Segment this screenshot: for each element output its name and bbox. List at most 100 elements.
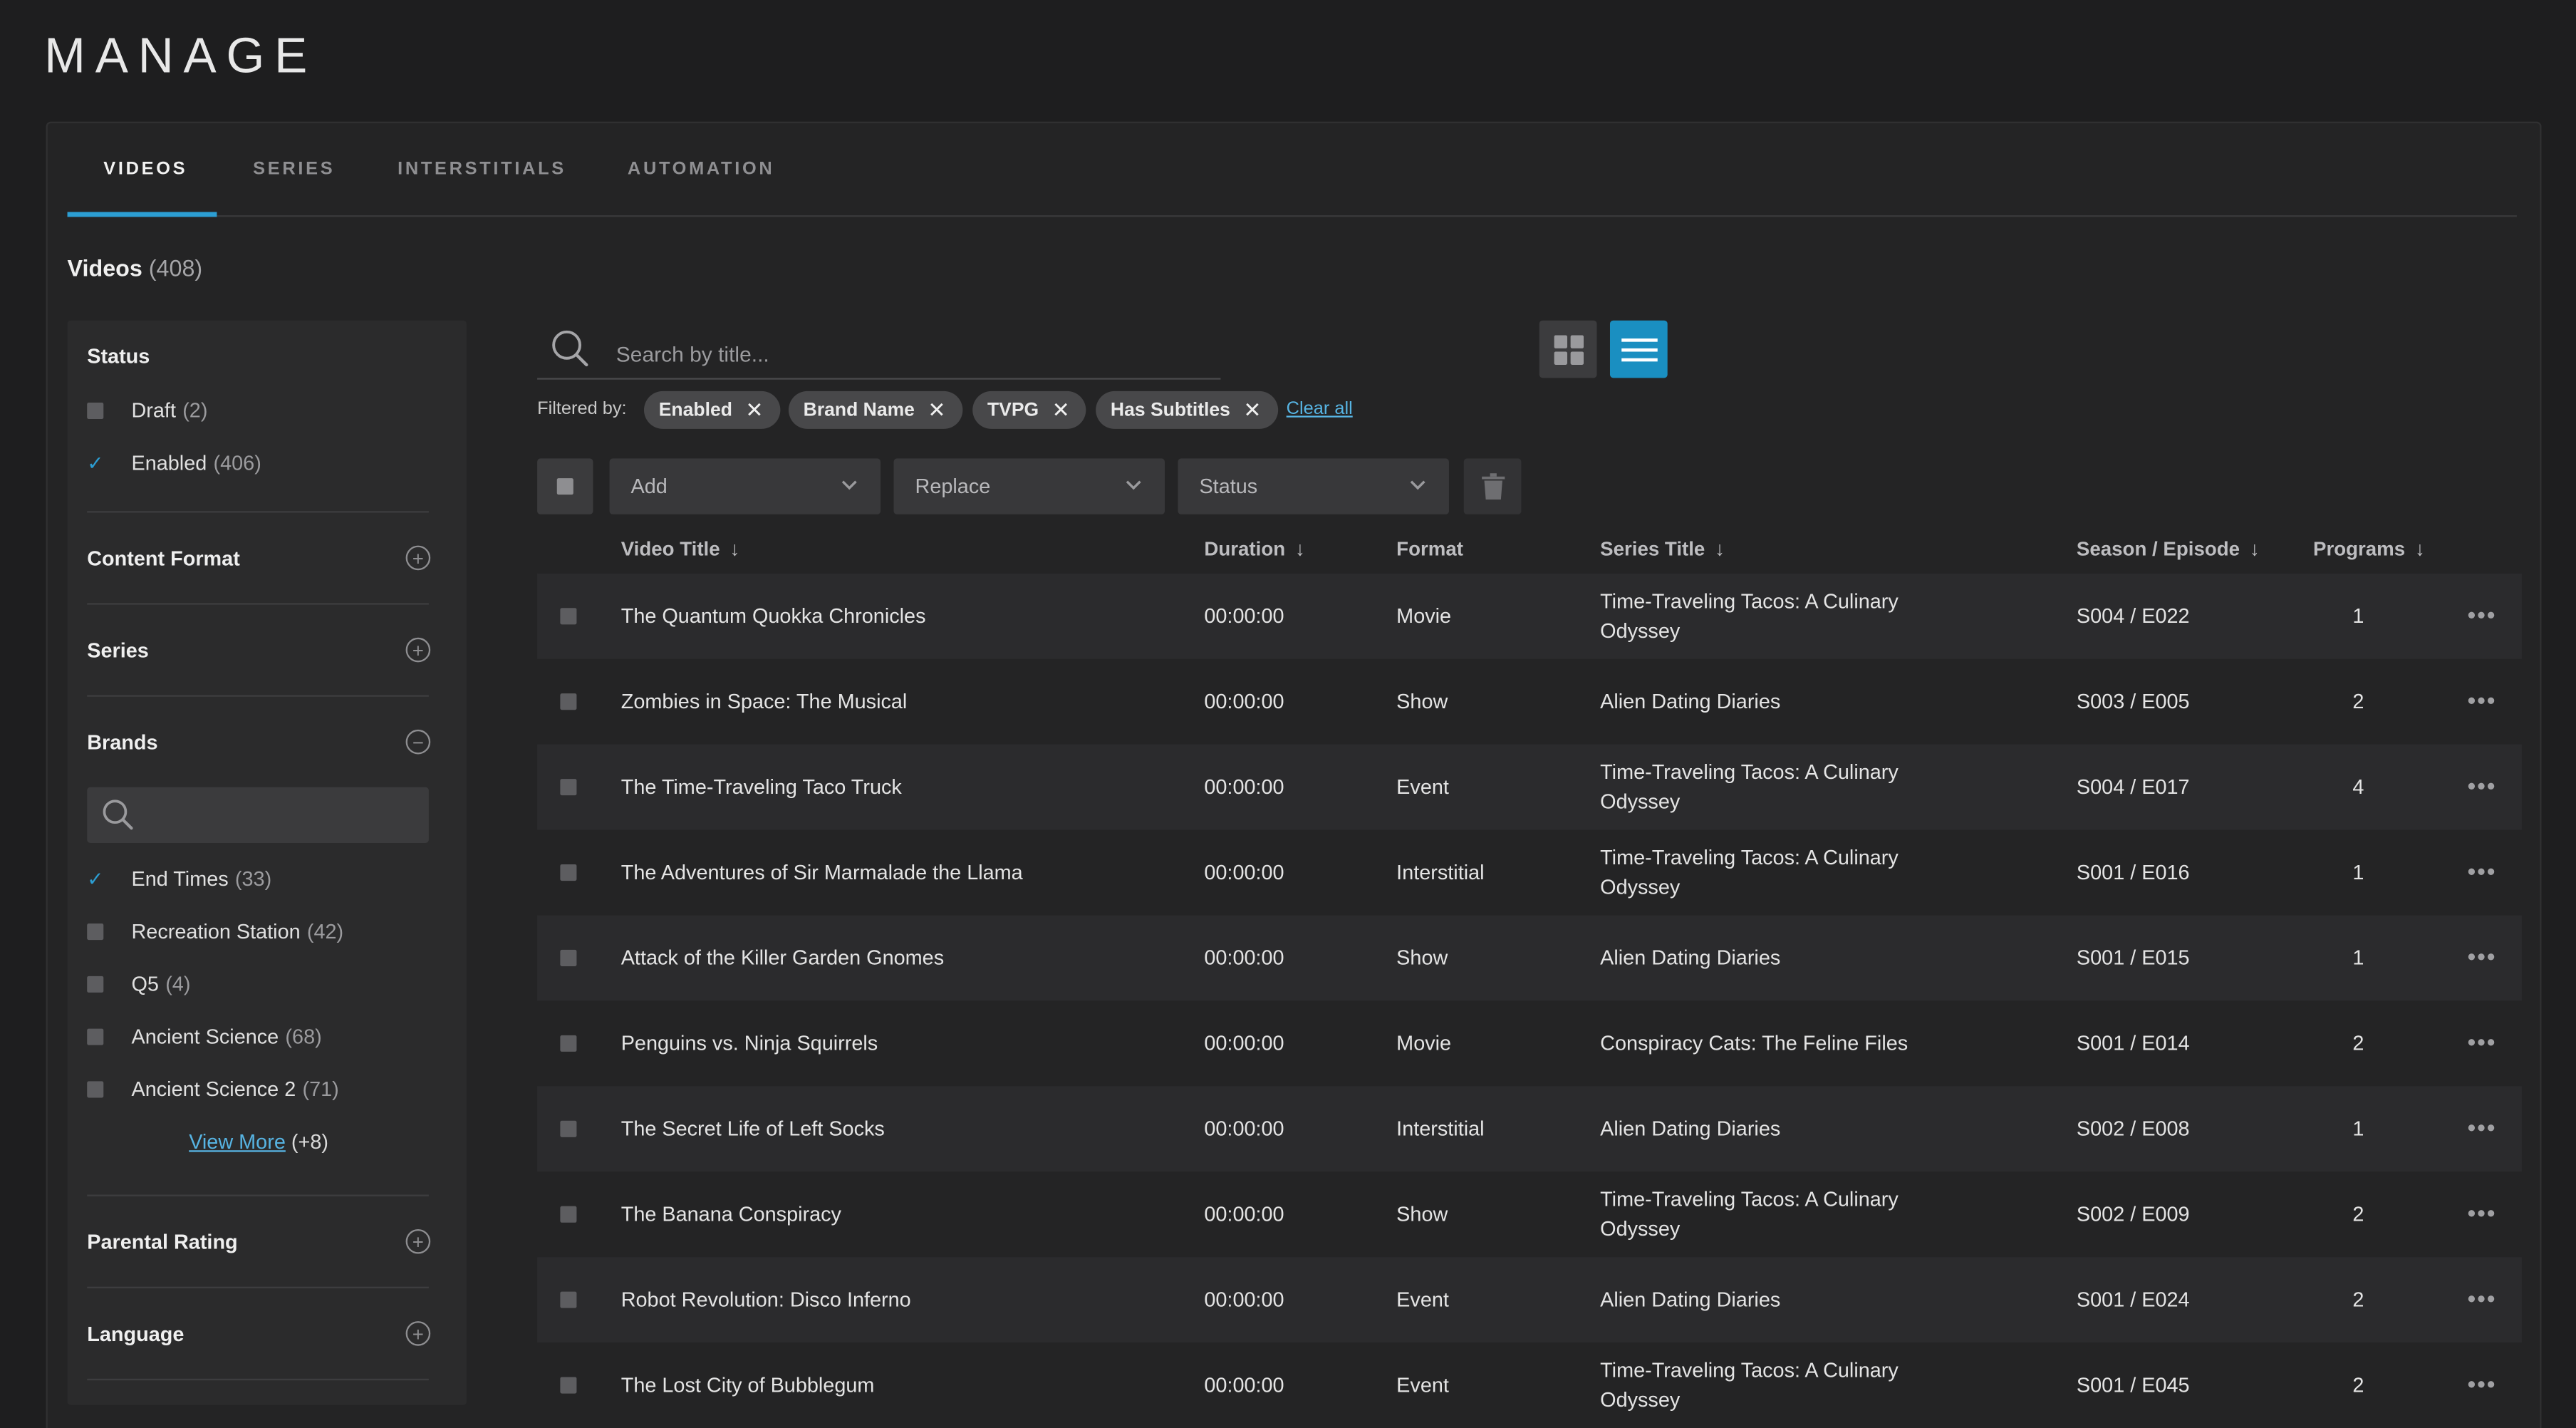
more-options-icon[interactable]: ••• <box>2468 772 2497 799</box>
close-icon[interactable]: ✕ <box>1243 397 1261 423</box>
brand-checkbox[interactable] <box>87 976 104 993</box>
cell-series-title: Time-Traveling Tacos: A Culinary Odyssey <box>1600 846 1899 899</box>
delete-button[interactable] <box>1463 458 1522 514</box>
check-icon[interactable]: ✓ <box>87 869 103 889</box>
cell-series-title: Time-Traveling Tacos: A Culinary Odyssey <box>1600 760 1899 814</box>
brand-option-ancient-science-2[interactable]: Ancient Science 2 (71) <box>87 1073 339 1106</box>
clear-all-link[interactable]: Clear all <box>1287 399 1353 419</box>
table-row[interactable]: Robot Revolution: Disco Inferno 00:00:00… <box>537 1257 2522 1343</box>
column-header-duration[interactable]: Duration ↓ <box>1204 537 1304 560</box>
status-option-enabled[interactable]: ✓ Enabled (406) <box>87 447 261 480</box>
table-row[interactable]: Zombies in Space: The Musical 00:00:00 S… <box>537 659 2522 745</box>
divider <box>87 1194 429 1196</box>
brand-checkbox[interactable] <box>87 1028 104 1045</box>
expand-plus-icon[interactable]: + <box>405 637 431 663</box>
column-header-season-episode[interactable]: Season / Episode ↓ <box>2077 537 2260 560</box>
more-options-icon[interactable]: ••• <box>2468 1114 2497 1141</box>
brand-option-label: Ancient Science 2 <box>131 1077 296 1102</box>
row-checkbox[interactable] <box>560 1035 577 1052</box>
status-dropdown[interactable]: Status <box>1178 458 1449 514</box>
filter-sidebar: Status Draft (2) ✓ Enabled (406) Content… <box>67 320 467 1405</box>
more-options-icon[interactable]: ••• <box>2468 943 2497 970</box>
more-options-icon[interactable]: ••• <box>2468 858 2497 884</box>
row-checkbox[interactable] <box>560 949 577 966</box>
header-label: Season / Episode <box>2076 537 2240 561</box>
tab-interstitials[interactable]: INTERSTITIALS <box>398 160 566 180</box>
select-all-checkbox[interactable] <box>537 458 593 514</box>
cell-duration: 00:00:00 <box>1204 690 1284 713</box>
expand-plus-icon[interactable]: + <box>405 1228 431 1254</box>
close-icon[interactable]: ✕ <box>1052 397 1070 423</box>
table-row[interactable]: Attack of the Killer Garden Gnomes 00:00… <box>537 915 2522 1001</box>
collapse-minus-icon[interactable]: − <box>405 729 431 755</box>
row-checkbox[interactable] <box>560 864 577 881</box>
table-row[interactable]: The Banana Conspiracy 00:00:00 Show Time… <box>537 1171 2522 1257</box>
chip-label: Brand Name <box>803 400 915 420</box>
add-dropdown[interactable]: Add <box>609 458 881 514</box>
row-checkbox[interactable] <box>560 1120 577 1137</box>
view-more-link[interactable]: View More <box>189 1131 286 1154</box>
series-filter-title: Series <box>87 639 149 663</box>
column-header-programs[interactable]: Programs ↓ <box>2313 537 2425 560</box>
more-options-icon[interactable]: ••• <box>2468 687 2497 713</box>
list-view-button[interactable] <box>1609 320 1668 378</box>
table-row[interactable]: The Lost City of Bubblegum 00:00:00 Even… <box>537 1342 2522 1428</box>
cell-format: Show <box>1396 690 1448 713</box>
row-checkbox[interactable] <box>560 608 577 625</box>
brand-option-end-times[interactable]: ✓ End Times (33) <box>87 863 271 896</box>
row-checkbox[interactable] <box>560 1291 577 1308</box>
main-panel: VIDEOS SERIES INTERSTITIALS AUTOMATION V… <box>46 121 2542 1428</box>
brand-search-field[interactable] <box>87 787 429 844</box>
brand-option-count: (71) <box>302 1077 339 1102</box>
table-row[interactable]: The Secret Life of Left Socks 00:00:00 I… <box>537 1086 2522 1172</box>
cell-format: Movie <box>1396 604 1452 628</box>
more-options-icon[interactable]: ••• <box>2468 1199 2497 1226</box>
tab-series[interactable]: SERIES <box>253 160 335 180</box>
filter-chip-enabled: Enabled ✕ <box>643 390 780 429</box>
row-checkbox[interactable] <box>560 693 577 710</box>
check-icon[interactable]: ✓ <box>87 453 103 473</box>
status-option-draft[interactable]: Draft (2) <box>87 394 207 427</box>
grid-view-button[interactable] <box>1539 320 1597 378</box>
more-options-icon[interactable]: ••• <box>2468 1370 2497 1397</box>
filtered-by-label: Filtered by: <box>537 399 627 420</box>
brand-checkbox[interactable] <box>87 923 104 941</box>
draft-checkbox[interactable] <box>87 402 104 420</box>
replace-dropdown[interactable]: Replace <box>893 458 1165 514</box>
table-row[interactable]: The Time-Traveling Taco Truck 00:00:00 E… <box>537 744 2522 830</box>
tab-automation[interactable]: AUTOMATION <box>628 160 774 180</box>
chevron-down-icon <box>1126 480 1141 490</box>
divider <box>87 695 429 697</box>
search-icon <box>103 800 133 830</box>
close-icon[interactable]: ✕ <box>928 397 945 423</box>
brand-option-count: (4) <box>165 973 191 996</box>
cell-programs: 4 <box>2352 775 2364 799</box>
brand-option-recreation-station[interactable]: Recreation Station (42) <box>87 915 343 948</box>
brand-checkbox[interactable] <box>87 1081 104 1098</box>
tab-videos[interactable]: VIDEOS <box>103 160 187 180</box>
expand-plus-icon[interactable]: + <box>405 545 431 571</box>
close-icon[interactable]: ✕ <box>745 397 763 423</box>
more-options-icon[interactable]: ••• <box>2468 1029 2497 1055</box>
column-header-series-title[interactable]: Series Title ↓ <box>1600 537 1725 560</box>
table-row[interactable]: Penguins vs. Ninja Squirrels 00:00:00 Mo… <box>537 1000 2522 1086</box>
brand-option-ancient-science[interactable]: Ancient Science (68) <box>87 1020 322 1053</box>
table-row[interactable]: The Adventures of Sir Marmalade the Llam… <box>537 830 2522 916</box>
search-input[interactable] <box>613 335 1205 372</box>
row-checkbox[interactable] <box>560 1206 577 1223</box>
chip-label: TVPG <box>987 400 1039 420</box>
row-checkbox[interactable] <box>560 1377 577 1394</box>
brand-option-q5[interactable]: Q5 (4) <box>87 968 190 1000</box>
header-label: Programs <box>2312 537 2406 561</box>
cell-duration: 00:00:00 <box>1204 1117 1284 1141</box>
column-header-video-title[interactable]: Video Title ↓ <box>621 537 740 560</box>
parental-rating-filter-title: Parental Rating <box>87 1231 238 1254</box>
cell-format: Movie <box>1396 1032 1452 1055</box>
brand-option-label: Recreation Station <box>131 920 301 943</box>
row-checkbox[interactable] <box>560 779 577 796</box>
table-row[interactable]: The Quantum Quokka Chronicles 00:00:00 M… <box>537 573 2522 659</box>
sort-arrow-icon: ↓ <box>1715 537 1725 561</box>
expand-plus-icon[interactable]: + <box>405 1321 431 1346</box>
more-options-icon[interactable]: ••• <box>2468 601 2497 628</box>
more-options-icon[interactable]: ••• <box>2468 1285 2497 1311</box>
